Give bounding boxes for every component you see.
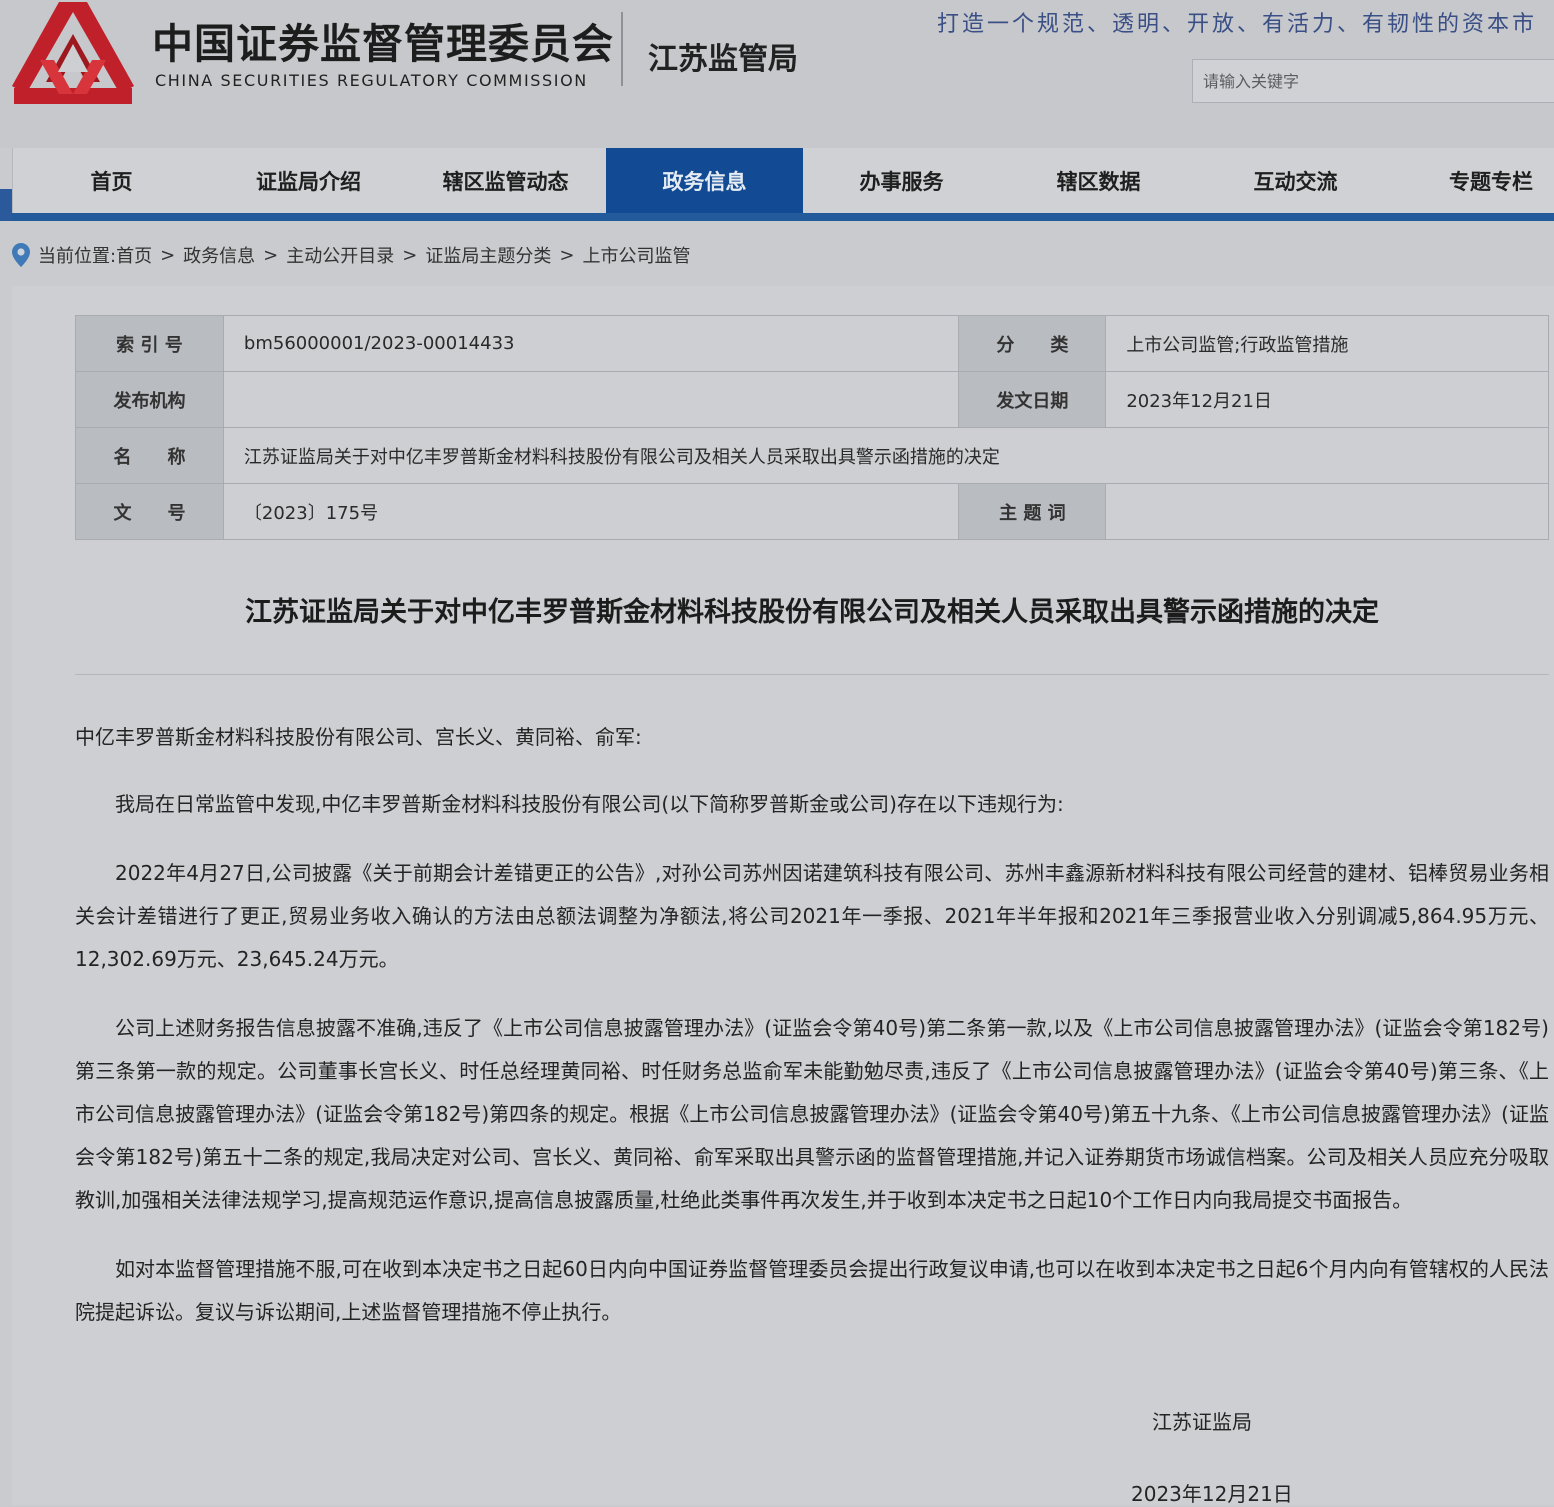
index-no-label: 索 引 号 <box>75 315 224 372</box>
breadcrumb-separator: > <box>160 244 176 266</box>
signature-org: 江苏证监局 <box>1152 1410 1252 1434</box>
org-name-cn: 中国证券监督管理委员会 <box>152 20 614 68</box>
nav-item-regional-news[interactable]: 辖区监管动态 <box>407 148 604 216</box>
document-paragraph: 2022年4月27日,公司披露《关于前期会计差错更正的公告》,对孙公司苏州因诺建… <box>75 861 1549 971</box>
index-no-value: bm56000001/2023-00014433 <box>222 315 960 372</box>
breadcrumb-gov-info[interactable]: 政务信息 <box>183 242 255 268</box>
breadcrumb-topic-category[interactable]: 证监局主题分类 <box>425 242 551 268</box>
meta-row: 文 号 〔2023〕175号 主 题 词 <box>75 483 1549 540</box>
nav-item-bureau-intro[interactable]: 证监局介绍 <box>210 148 407 216</box>
title-divider <box>75 674 1549 675</box>
org-name-en: CHINA SECURITIES REGULATORY COMMISSION <box>155 71 588 90</box>
meta-row: 发布机构 发文日期 2023年12月21日 <box>75 371 1549 428</box>
document-title: 江苏证监局关于对中亿丰罗普斯金材料科技股份有限公司及相关人员采取出具警示函措施的… <box>245 597 1379 628</box>
nav-underline <box>12 213 1554 221</box>
header-divider <box>621 12 623 86</box>
category-value: 上市公司监管;行政监管措施 <box>1105 315 1549 372</box>
publisher-label: 发布机构 <box>75 371 224 428</box>
document-meta-table: 索 引 号 bm56000001/2023-00014433 分 类 上市公司监… <box>75 315 1550 540</box>
header-slogan: 打造一个规范、透明、开放、有活力、有韧性的资本市 <box>937 12 1538 37</box>
keywords-value <box>1105 483 1549 540</box>
issue-date-label: 发文日期 <box>958 371 1107 428</box>
breadcrumb-public-catalog[interactable]: 主动公开目录 <box>286 242 394 268</box>
search-input[interactable] <box>1192 59 1554 103</box>
breadcrumb-prefix: 当前位置: <box>38 246 117 267</box>
nav-left-accent <box>0 189 12 221</box>
doc-name-label: 名 称 <box>75 427 224 484</box>
document-paragraph: 如对本监督管理措施不服,可在收到本决定书之日起60日内向中国证券监督管理委员会提… <box>75 1257 1549 1324</box>
site-header: 中国证券监督管理委员会 CHINA SECURITIES REGULATORY … <box>0 0 1554 148</box>
content-panel: 索 引 号 bm56000001/2023-00014433 分 类 上市公司监… <box>12 286 1554 1506</box>
document-paragraph: 公司上述财务报告信息披露不准确,违反了《上市公司信息披露管理办法》(证监会令第4… <box>75 1016 1549 1212</box>
breadcrumb-separator: > <box>402 244 418 266</box>
meta-row: 名 称 江苏证监局关于对中亿丰罗普斯金材料科技股份有限公司及相关人员采取出具警示… <box>75 427 1550 484</box>
nav-item-interaction[interactable]: 互动交流 <box>1197 148 1394 216</box>
keywords-label: 主 题 词 <box>958 483 1107 540</box>
breadcrumb: 当前位置: 首页 > 政务信息 > 主动公开目录 > 证监局主题分类 > 上市公… <box>12 240 690 270</box>
nav-item-regional-data[interactable]: 辖区数据 <box>1000 148 1197 216</box>
doc-name-value: 江苏证监局关于对中亿丰罗普斯金材料科技股份有限公司及相关人员采取出具警示函措施的… <box>222 427 1550 484</box>
breadcrumb-separator: > <box>559 244 575 266</box>
doc-no-label: 文 号 <box>75 483 224 540</box>
location-pin-icon <box>12 243 30 267</box>
document-paragraph: 我局在日常监管中发现,中亿丰罗普斯金材料科技股份有限公司(以下简称罗普斯金或公司… <box>115 792 1064 816</box>
category-label: 分 类 <box>958 315 1107 372</box>
meta-row: 索 引 号 bm56000001/2023-00014433 分 类 上市公司监… <box>75 315 1549 372</box>
signature-date: 2023年12月21日 <box>1131 1482 1293 1506</box>
nav-item-gov-info[interactable]: 政务信息 <box>606 148 803 216</box>
nav-item-services[interactable]: 办事服务 <box>803 148 1000 216</box>
document-body: 中亿丰罗普斯金材料科技股份有限公司、宫长义、黄同裕、俞军: 我局在日常监管中发现… <box>75 716 1549 1360</box>
doc-no-value: 〔2023〕175号 <box>222 483 960 540</box>
breadcrumb-current[interactable]: 上市公司监管 <box>582 242 690 268</box>
publisher-value <box>222 371 960 428</box>
bureau-name: 江苏监管局 <box>648 42 798 77</box>
csrc-logo-icon[interactable] <box>10 0 136 106</box>
breadcrumb-separator: > <box>263 244 279 266</box>
nav-item-home[interactable]: 首页 <box>13 148 210 216</box>
issue-date-value: 2023年12月21日 <box>1105 371 1549 428</box>
breadcrumb-home[interactable]: 首页 <box>116 242 152 268</box>
document-salutation: 中亿丰罗普斯金材料科技股份有限公司、宫长义、黄同裕、俞军: <box>75 725 642 749</box>
nav-item-special-topics[interactable]: 专题专栏 <box>1449 148 1554 216</box>
main-nav: 首页 证监局介绍 辖区监管动态 政务信息 办事服务 辖区数据 互动交流 专题专栏 <box>12 148 1554 216</box>
